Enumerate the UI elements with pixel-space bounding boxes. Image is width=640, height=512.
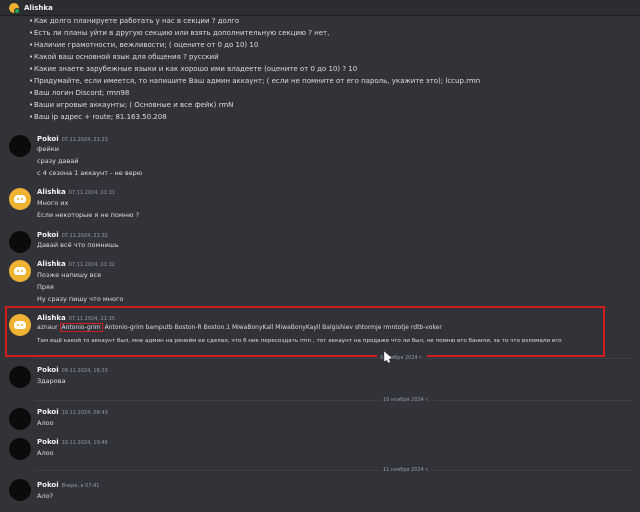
avatar[interactable] — [9, 260, 31, 282]
author-name[interactable]: Pokoi — [37, 135, 59, 143]
message-timestamp: 07.11.2024, 21:32 — [61, 233, 108, 239]
message-timestamp: Вчера, в 07:41 — [61, 483, 100, 489]
date-divider — [34, 470, 632, 471]
message-header: Pokoi 07.11.2024, 21:32 — [37, 231, 108, 239]
message-text: Ну сразу пишу что много — [37, 295, 124, 303]
message-text: Давай всё что помнишь — [37, 241, 119, 249]
message-header: Pokoi 10.11.2024, 19:46 — [37, 438, 108, 446]
message-text: фейки — [37, 145, 59, 153]
author-name[interactable]: Pokoi — [37, 366, 59, 374]
avatar[interactable] — [9, 231, 31, 253]
message-timestamp: 07.11.2024, 21:35 — [68, 316, 115, 322]
author-name[interactable]: Pokoi — [37, 438, 59, 446]
message-text: Много их — [37, 199, 69, 207]
message-header: Pokoi 10.11.2024, 08:43 — [37, 408, 108, 416]
message-text: Если некоторые я не помню ? — [37, 211, 140, 219]
account-name: aznaur — [37, 324, 58, 331]
message-timestamp: 07.11.2024, 21:32 — [68, 262, 115, 268]
author-name[interactable]: Pokoi — [37, 408, 59, 416]
message-timestamp: 09.11.2024, 16:33 — [61, 368, 108, 374]
message-text: Позже напишу все — [37, 271, 102, 279]
author-name[interactable]: Pokoi — [37, 231, 59, 239]
message-text: aznaur Antonio-grim Antonio-grim bamputb… — [37, 323, 442, 332]
message-header: Pokoi 09.11.2024, 16:33 — [37, 366, 108, 374]
message-text: Там ещё какой то аккаунт был, мне админ … — [37, 338, 562, 344]
author-name[interactable]: Alishka — [37, 260, 66, 268]
message-header: Alishka 07.11.2024, 21:31 — [37, 188, 115, 196]
list-item: Ваш логин Discord; rmn98 — [29, 89, 129, 97]
message-text: Пряя — [37, 283, 54, 291]
user-avatar[interactable] — [9, 2, 20, 14]
message-text: с 4 сезона 1 аккаунт - не верю — [37, 169, 143, 177]
author-name[interactable]: Alishka — [37, 314, 66, 322]
list-item: Какой ваш основной язык для общения ? ру… — [29, 53, 219, 61]
date-divider — [34, 400, 632, 401]
avatar[interactable] — [9, 314, 31, 336]
message-header: Alishka 07.11.2024, 21:32 — [37, 260, 115, 268]
message-timestamp: 10.11.2024, 08:43 — [61, 410, 108, 416]
message-text: Ало? — [37, 492, 54, 500]
message-text: Алоо — [37, 449, 54, 457]
date-divider-label: 10 ноября 2024 г. — [380, 397, 433, 403]
list-item: Придумайте, если имеется, то напишите Ва… — [29, 77, 480, 85]
list-item: Какие знаете зарубежные языки и как хоро… — [29, 65, 357, 73]
author-name[interactable]: Alishka — [37, 188, 66, 196]
message-text: Алоо — [37, 419, 54, 427]
message-text: сразу давай — [37, 157, 79, 165]
message-timestamp: 07.11.2024, 21:23 — [61, 137, 108, 143]
date-divider-label: 11 ноября 2024 г. — [380, 467, 433, 473]
account-list: Antonio-grim bamputb Boston-R Boston.1 M… — [104, 324, 442, 331]
message-header: Pokoi Вчера, в 07:41 — [37, 481, 99, 489]
list-item: Есть ли планы уйти в другую секцию или в… — [29, 29, 329, 37]
channel-title: Alishka — [24, 3, 53, 12]
list-item: Ваши игровые аккаунты; ( Основные и все … — [29, 101, 233, 109]
message-header: Alishka 07.11.2024, 21:35 — [37, 314, 115, 322]
message-header: Pokoi 07.11.2024, 21:23 — [37, 135, 108, 143]
channel-header: Alishka — [0, 0, 640, 16]
avatar[interactable] — [9, 366, 31, 388]
highlighted-account-name: Antonio-grim — [59, 323, 103, 332]
avatar[interactable] — [9, 479, 31, 501]
list-item: Ваш ip адрес + route; 81.163.50.208 — [29, 113, 167, 121]
message-timestamp: 10.11.2024, 19:46 — [61, 440, 108, 446]
avatar[interactable] — [9, 408, 31, 430]
author-name[interactable]: Pokoi — [37, 481, 59, 489]
avatar[interactable] — [9, 438, 31, 460]
date-divider — [34, 358, 632, 359]
avatar[interactable] — [9, 188, 31, 210]
avatar[interactable] — [9, 135, 31, 157]
list-item: Как долго планируете работать у нас в се… — [29, 17, 239, 25]
list-item: Наличие грамотности, вежливости; ( оцени… — [29, 41, 258, 49]
message-text: Здарова — [37, 377, 66, 385]
message-timestamp: 07.11.2024, 21:31 — [68, 190, 115, 196]
